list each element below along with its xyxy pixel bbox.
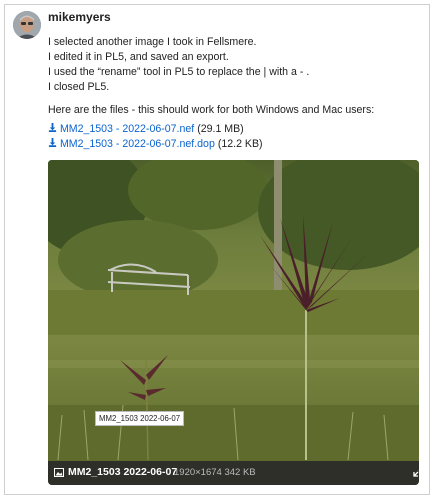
post-text-line: I used the “rename” tool in PL5 to repla… bbox=[48, 66, 310, 78]
avatar[interactable] bbox=[13, 11, 41, 39]
photo-content bbox=[48, 160, 419, 461]
post-text-line: I closed PL5. bbox=[48, 81, 110, 93]
username[interactable]: mikemyers bbox=[48, 10, 111, 24]
lightbox-image[interactable]: MM2_1503 2022-06-07 MM2_1503 2022-06-07 … bbox=[48, 160, 419, 485]
post: mikemyers I selected another image I too… bbox=[4, 4, 430, 495]
attachment-link[interactable]: MM2_1503 - 2022-06-07.nef bbox=[60, 123, 194, 135]
post-text-line: I selected another image I took in Fells… bbox=[48, 36, 257, 48]
download-icon bbox=[48, 138, 60, 150]
post-text-line: I edited it in PL5, and saved an export. bbox=[48, 51, 229, 63]
image-dimensions: 1920×1674 342 KB bbox=[174, 467, 256, 478]
image-meta-bar: MM2_1503 2022-06-07 1920×1674 342 KB bbox=[48, 461, 419, 485]
image-filename: MM2_1503 2022-06-07 bbox=[68, 466, 178, 478]
attachment-link[interactable]: MM2_1503 - 2022-06-07.nef.dop bbox=[60, 138, 215, 150]
download-icon bbox=[48, 123, 60, 135]
attachment-nef: MM2_1503 - 2022-06-07.nef (29.1 MB) bbox=[48, 123, 244, 135]
post-text-line: Here are the files - this should work fo… bbox=[48, 104, 375, 116]
image-tooltip: MM2_1503 2022-06-07 bbox=[95, 411, 185, 426]
attachment-dop: MM2_1503 - 2022-06-07.nef.dop (12.2 KB) bbox=[48, 138, 263, 150]
attachment-size: (12.2 KB) bbox=[217, 138, 263, 150]
attachment-size: (29.1 MB) bbox=[197, 123, 244, 135]
